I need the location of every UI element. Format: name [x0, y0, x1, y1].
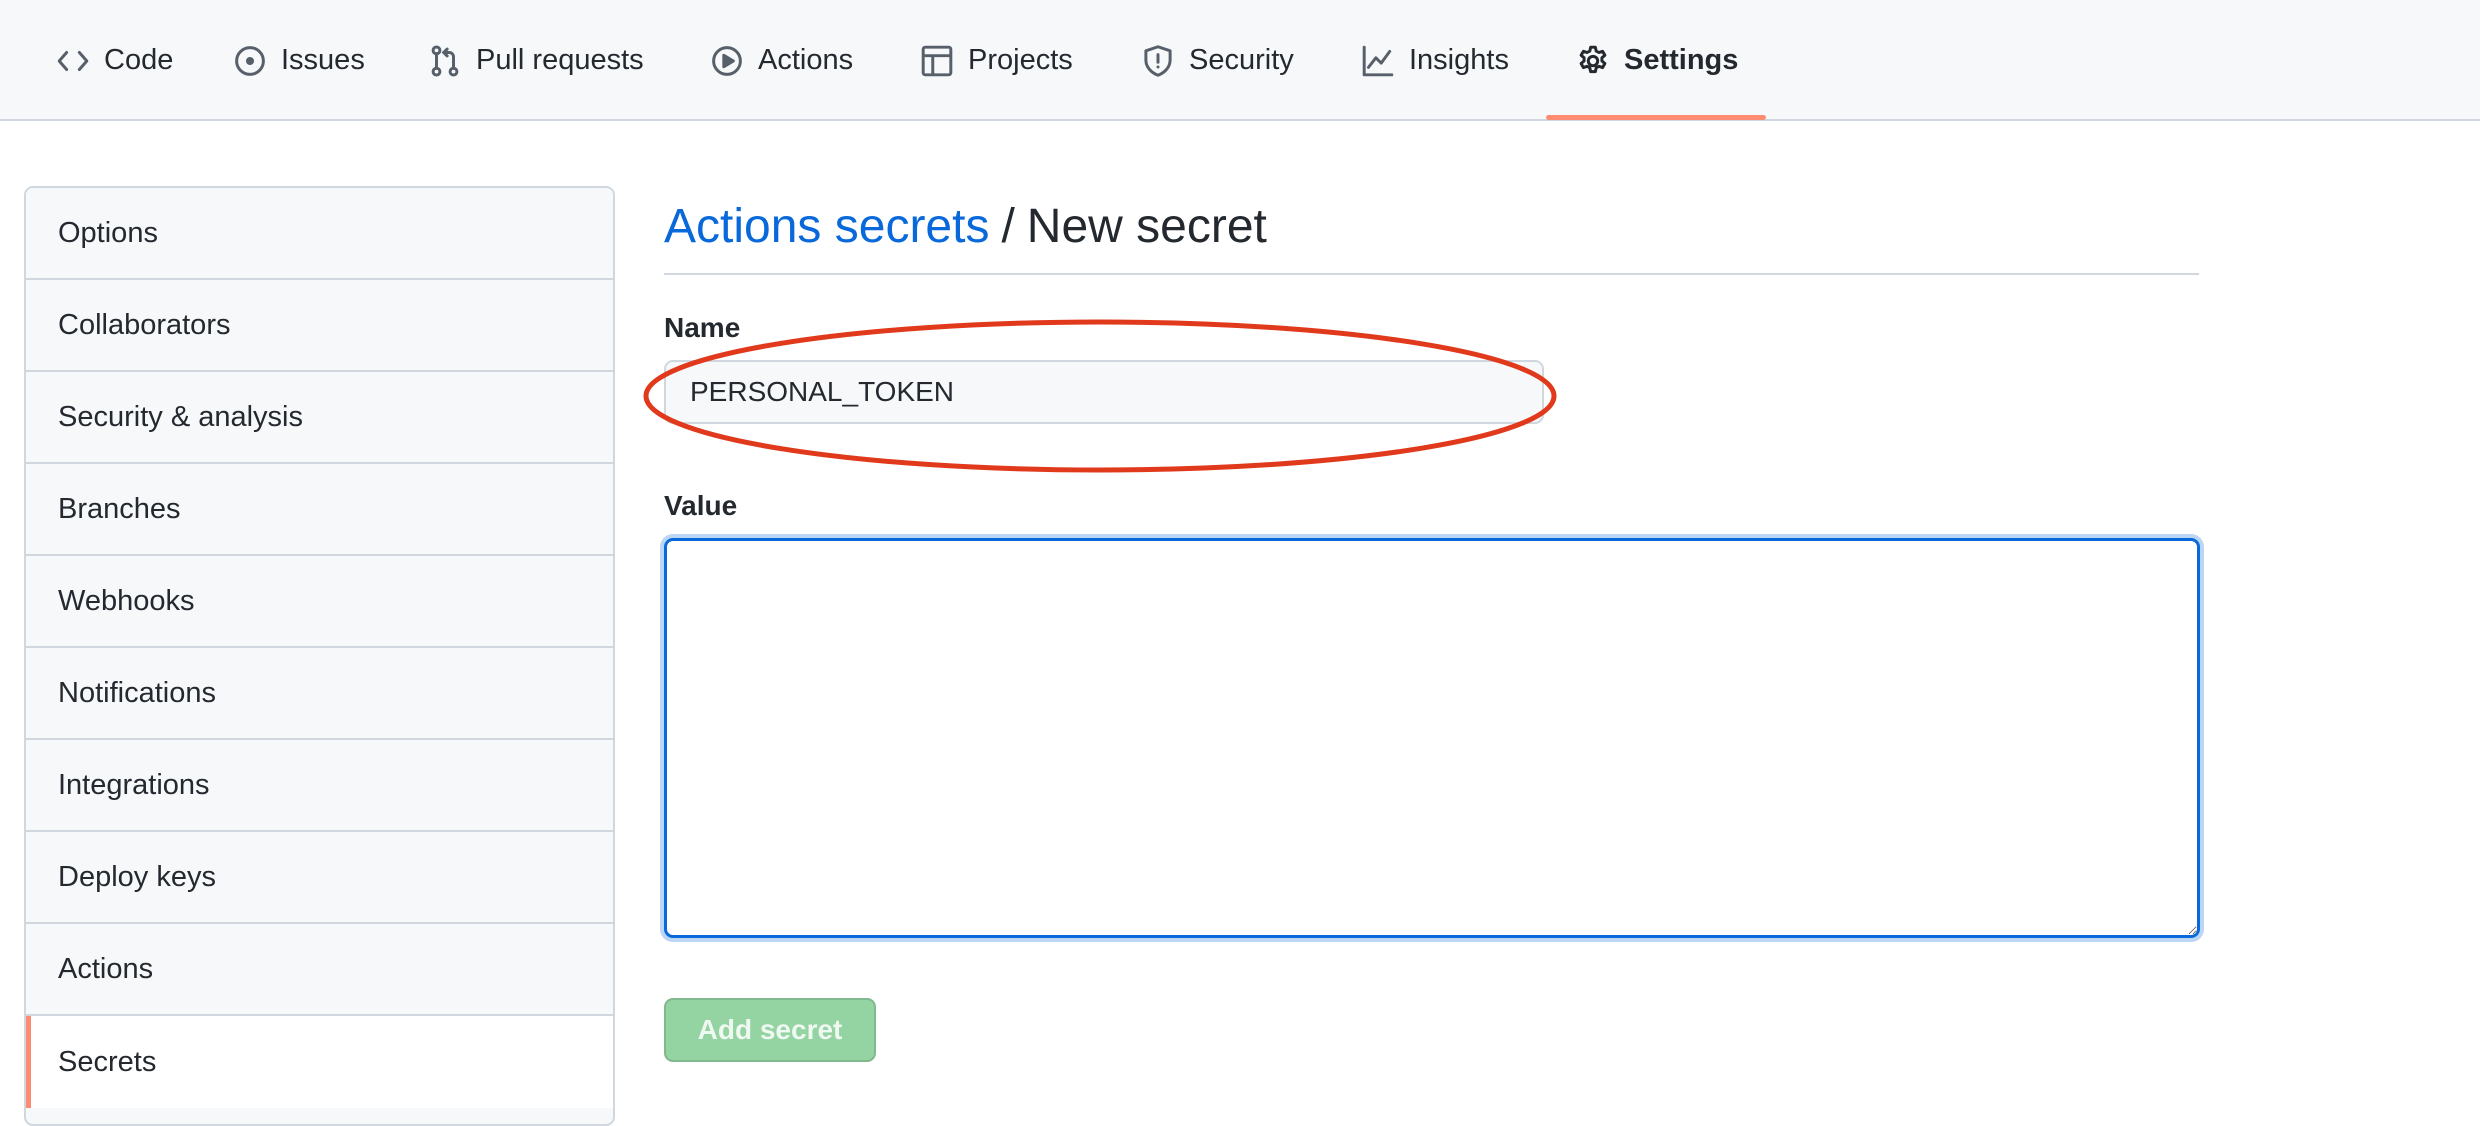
sidebar-item-label: Webhooks — [58, 584, 195, 617]
tab-label: Settings — [1624, 44, 1739, 76]
breadcrumb-separator: / — [1001, 199, 1015, 253]
issue-opened-icon — [233, 44, 267, 78]
name-label: Name — [664, 312, 741, 343]
sidebar-item-label: Deploy keys — [58, 860, 216, 893]
sidebar-item-integrations[interactable]: Integrations — [26, 740, 613, 832]
sidebar-item-label: Notifications — [58, 676, 216, 709]
sidebar-item-label: Collaborators — [58, 308, 231, 341]
graph-icon — [1361, 44, 1395, 78]
sidebar-item-label: Integrations — [58, 768, 210, 801]
sidebar-item-notifications[interactable]: Notifications — [26, 648, 613, 740]
tab-issues[interactable]: Issues — [233, 0, 365, 121]
git-pull-request-icon — [428, 44, 462, 78]
breadcrumb-current: New secret — [1026, 199, 1267, 253]
sidebar-item-webhooks[interactable]: Webhooks — [26, 556, 613, 648]
code-icon — [56, 44, 90, 78]
repo-nav: Code Issues Pull requests Actions Projec… — [0, 0, 2480, 121]
tab-label: Issues — [281, 44, 365, 76]
breadcrumb-actions-secrets-link[interactable]: Actions secrets — [664, 199, 989, 254]
sidebar-item-label: Secrets — [58, 1045, 157, 1078]
sidebar-item-label: Actions — [58, 952, 154, 985]
tab-label: Pull requests — [476, 44, 644, 76]
settings-sidebar: Options Collaborators Security & analysi… — [24, 186, 615, 1126]
tab-code[interactable]: Code — [56, 0, 173, 121]
sidebar-item-label: Options — [58, 216, 158, 249]
secret-name-input[interactable] — [664, 360, 1544, 424]
sidebar-item-options[interactable]: Options — [26, 188, 613, 280]
tab-settings[interactable]: Settings — [1576, 0, 1738, 121]
sidebar-item-branches[interactable]: Branches — [26, 464, 613, 556]
sidebar-item-label: Security & analysis — [58, 400, 303, 433]
tab-projects[interactable]: Projects — [920, 0, 1073, 121]
heading-divider — [664, 273, 2199, 275]
play-icon — [710, 44, 744, 78]
gear-icon — [1576, 44, 1610, 78]
tab-label: Actions — [758, 44, 854, 76]
tab-pull-requests[interactable]: Pull requests — [428, 0, 644, 121]
sidebar-item-collaborators[interactable]: Collaborators — [26, 280, 613, 372]
secret-value-textarea[interactable] — [664, 538, 2200, 938]
add-secret-button[interactable]: Add secret — [664, 998, 876, 1062]
active-tab-indicator — [1546, 115, 1766, 120]
tab-security[interactable]: Security — [1141, 0, 1294, 121]
shield-icon — [1141, 44, 1175, 78]
page-title: Actions secrets / New secret — [664, 190, 1267, 262]
sidebar-item-secrets[interactable]: Secrets — [26, 1016, 613, 1108]
tab-insights[interactable]: Insights — [1361, 0, 1509, 121]
tab-label: Code — [104, 44, 174, 76]
tab-label: Insights — [1409, 44, 1509, 76]
table-icon — [920, 44, 954, 78]
sidebar-item-label: Branches — [58, 492, 181, 525]
sidebar-item-deploy-keys[interactable]: Deploy keys — [26, 832, 613, 924]
value-label: Value — [664, 490, 738, 521]
tab-label: Security — [1189, 44, 1294, 76]
sidebar-item-security-analysis[interactable]: Security & analysis — [26, 372, 613, 464]
tab-label: Projects — [968, 44, 1073, 76]
sidebar-item-actions[interactable]: Actions — [26, 924, 613, 1016]
tab-actions[interactable]: Actions — [710, 0, 853, 121]
